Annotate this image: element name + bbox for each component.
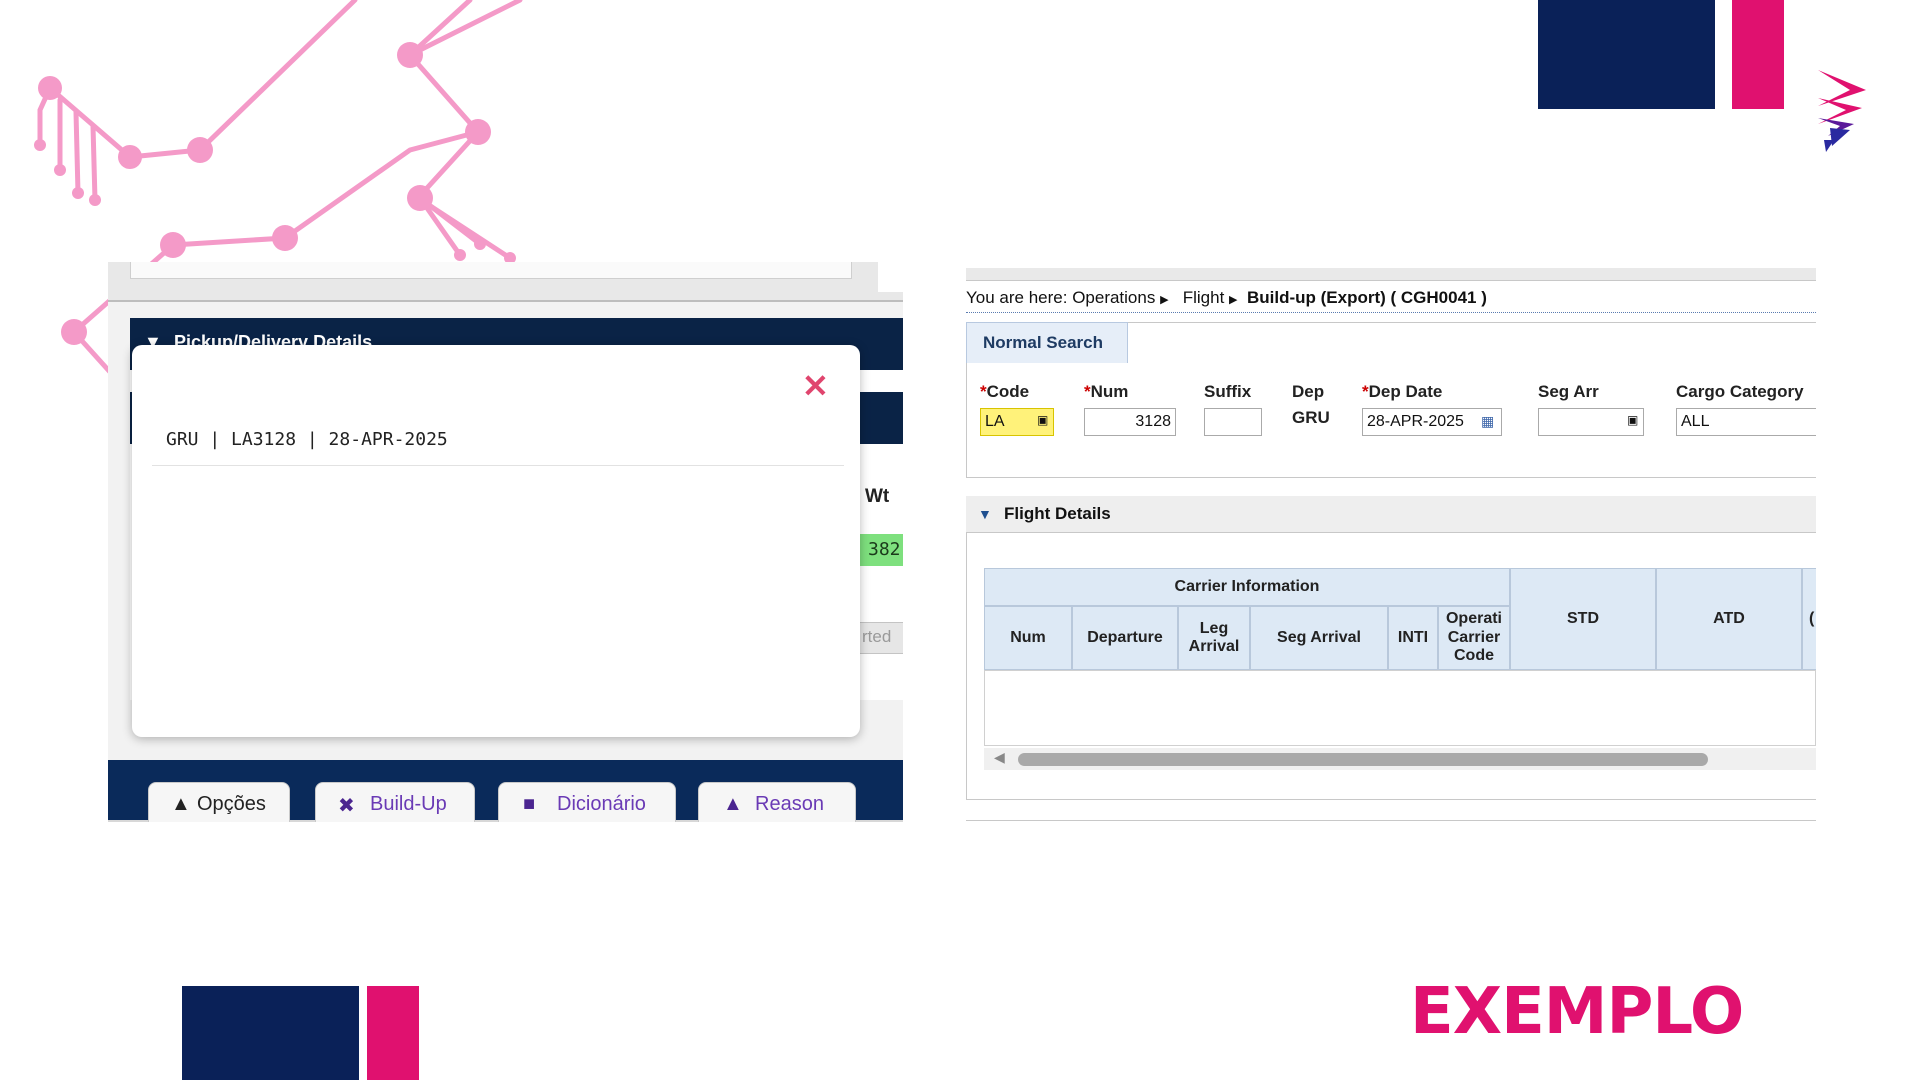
breadcrumb-operations[interactable]: Operations bbox=[1072, 288, 1155, 307]
column-header: ( bbox=[1802, 568, 1816, 670]
column-header: Seg Arrival bbox=[1250, 606, 1388, 670]
table-body bbox=[984, 670, 1816, 746]
dep-date-label: *Dep Date bbox=[1362, 382, 1443, 401]
close-icon[interactable]: ✕ bbox=[802, 367, 829, 405]
column-header: Num bbox=[984, 606, 1072, 670]
column-header: Departure bbox=[1072, 606, 1178, 670]
top-corner bbox=[878, 262, 903, 292]
flight-summary: GRU | LA3128 | 28-APR-2025 bbox=[166, 429, 448, 450]
exemplo-label: EXEMPLO bbox=[1410, 975, 1744, 1049]
status-field[interactable]: rted bbox=[853, 622, 903, 654]
dep-label: Dep bbox=[1292, 382, 1325, 401]
seg-arr-label: Seg Arr bbox=[1538, 382, 1599, 401]
column-header-wt: Wt bbox=[865, 486, 890, 507]
chevron-right-icon: ▶ bbox=[1229, 294, 1238, 306]
cargo-category-select[interactable]: ALL bbox=[1676, 408, 1816, 436]
column-header: Operati Carrier Code bbox=[1438, 606, 1510, 670]
opcoes-button[interactable]: ▲ Opções bbox=[148, 782, 290, 822]
triangle-icon: ▲ bbox=[723, 793, 743, 815]
magenta-block-top bbox=[1732, 0, 1784, 109]
bottom-divider bbox=[966, 820, 1816, 821]
scroll-left-icon[interactable]: ◀ bbox=[994, 749, 1005, 766]
folders-icon: ■ bbox=[523, 793, 536, 815]
breadcrumb-current: Build-up (Export) ( CGH0041 ) bbox=[1246, 288, 1487, 307]
chevron-right-icon: ▶ bbox=[1160, 294, 1169, 306]
lookup-icon[interactable]: ▣ bbox=[1037, 413, 1048, 427]
dep-value: GRU bbox=[1292, 408, 1330, 427]
carrier-info-group-header: Carrier Information bbox=[984, 568, 1510, 606]
scrollbar-thumb[interactable] bbox=[1018, 753, 1708, 766]
num-label: *Num bbox=[1084, 382, 1129, 401]
code-input[interactable]: LA ▣ bbox=[980, 408, 1054, 436]
tools-icon: ✖ bbox=[338, 795, 355, 817]
column-header: STD bbox=[1510, 568, 1656, 670]
triangle-up-icon: ▲ bbox=[171, 793, 191, 815]
build-up-button[interactable]: ✖ Build-Up bbox=[315, 782, 475, 822]
column-header: ATD bbox=[1656, 568, 1802, 670]
cargo-category-label: Cargo Category bbox=[1676, 382, 1804, 401]
column-header: INTI bbox=[1388, 606, 1438, 670]
breadcrumb-divider bbox=[966, 312, 1816, 313]
breadcrumb: You are here: Operations ▶ Flight ▶ Buil… bbox=[966, 288, 1487, 307]
top-field bbox=[130, 262, 852, 279]
dicionario-button[interactable]: ■ Dicionário bbox=[498, 782, 676, 822]
weight-cell: 382. bbox=[860, 534, 903, 566]
lookup-icon[interactable]: ▣ bbox=[1627, 413, 1638, 427]
collapse-icon[interactable]: ▼ bbox=[978, 506, 992, 522]
magenta-block-bottom bbox=[367, 986, 419, 1080]
calendar-icon[interactable]: ▦ bbox=[1481, 413, 1494, 430]
seg-arr-input[interactable]: ▣ bbox=[1538, 408, 1644, 436]
flight-details-title: Flight Details bbox=[1004, 504, 1111, 523]
tab-normal-search[interactable]: Normal Search bbox=[966, 322, 1128, 363]
flight-summary-modal: ✕ GRU | LA3128 | 28-APR-2025 bbox=[132, 345, 860, 737]
modal-divider bbox=[152, 465, 844, 466]
suffix-label: Suffix bbox=[1204, 382, 1252, 401]
column-header: Leg Arrival bbox=[1178, 606, 1250, 670]
navy-block-bottom bbox=[182, 986, 359, 1080]
breadcrumb-flight[interactable]: Flight bbox=[1183, 288, 1225, 307]
dep-date-input[interactable]: 28-APR-2025 ▦ bbox=[1362, 408, 1502, 436]
num-input[interactable]: 3128 bbox=[1084, 408, 1176, 436]
navy-block-top bbox=[1538, 0, 1715, 109]
top-tab-strip bbox=[966, 268, 1816, 281]
right-screenshot: You are here: Operations ▶ Flight ▶ Buil… bbox=[966, 268, 1816, 828]
flight-details-table: Carrier Information Num Departure Leg Ar… bbox=[984, 568, 1816, 758]
airline-logo-icon bbox=[1818, 70, 1866, 152]
reason-button[interactable]: ▲ Reason bbox=[698, 782, 856, 822]
suffix-input[interactable] bbox=[1204, 408, 1262, 436]
code-label: *Code bbox=[980, 382, 1030, 401]
